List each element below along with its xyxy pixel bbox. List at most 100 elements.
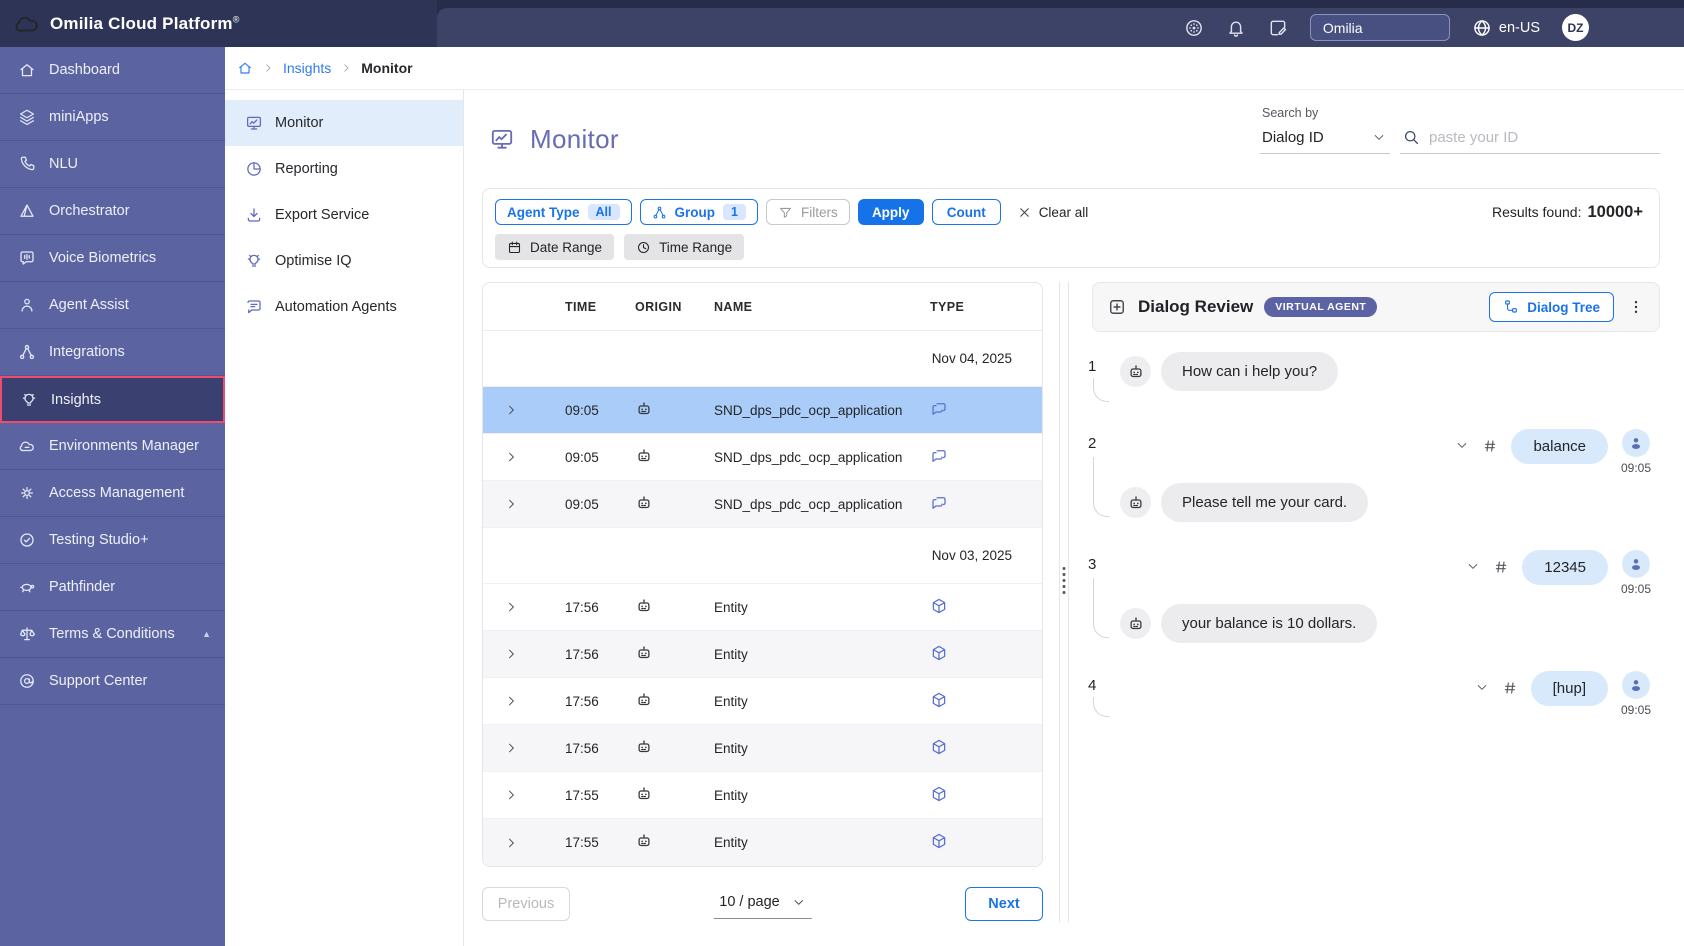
search-input[interactable] xyxy=(1429,128,1658,146)
virtual-agent-badge: VIRTUAL AGENT xyxy=(1264,297,1378,317)
table-row[interactable]: 09:05 SND_dps_pdc_ocp_application xyxy=(483,387,1042,434)
dialog-tree-button[interactable]: Dialog Tree xyxy=(1489,292,1614,322)
table-row[interactable]: 17:55 Entity xyxy=(483,772,1042,819)
expand-chevron-icon[interactable] xyxy=(504,741,518,755)
sidebar-item-pathfinder[interactable]: Pathfinder xyxy=(0,564,225,611)
id-search-field xyxy=(1400,124,1660,154)
expand-chevron-icon[interactable] xyxy=(504,694,518,708)
date-range-button[interactable]: Date Range xyxy=(495,234,615,260)
sidebar-item-environments-manager[interactable]: Environments Manager xyxy=(0,423,225,470)
hash-icon[interactable] xyxy=(1502,680,1518,696)
bot-origin-icon xyxy=(635,644,653,662)
notifications-bell-icon[interactable] xyxy=(1226,18,1246,38)
next-page-button[interactable]: Next xyxy=(965,887,1043,921)
calendar-icon xyxy=(507,240,522,255)
chevron-down-icon[interactable] xyxy=(1475,680,1489,694)
expand-plus-icon[interactable] xyxy=(1107,297,1127,317)
expand-chevron-icon[interactable] xyxy=(504,600,518,614)
more-options-kebab-icon[interactable] xyxy=(1625,296,1647,318)
registered-mark: ® xyxy=(232,13,240,24)
page-size-select[interactable]: 10 / page xyxy=(713,890,812,919)
panel-resize-handle[interactable] xyxy=(1059,282,1069,922)
breadcrumb-home-icon[interactable] xyxy=(237,60,253,76)
voice-bubble-icon xyxy=(18,249,36,267)
sidebar-item-support-center[interactable]: Support Center xyxy=(0,658,225,705)
topbar-actions: Omilia en-US DZ xyxy=(437,8,1684,47)
agent-type-filter[interactable]: Agent Type All xyxy=(495,199,632,225)
sidebar-item-voice-biometrics[interactable]: Voice Biometrics xyxy=(0,235,225,282)
agent-type-value-chip: All xyxy=(587,204,620,220)
table-row[interactable]: 17:56 Entity xyxy=(483,584,1042,631)
app-title: Omilia Cloud Platform® xyxy=(50,13,240,33)
sidebar-item-testing-studio[interactable]: Testing Studio+ xyxy=(0,517,225,564)
clear-all-button[interactable]: Clear all xyxy=(1017,205,1088,220)
bot-message-bubble: Please tell me your card. xyxy=(1161,483,1369,522)
dialog-review-panel: Dialog Review VIRTUAL AGENT Dialog Tree xyxy=(1083,282,1660,922)
sidebar-item-nlu[interactable]: NLU xyxy=(0,141,225,188)
subnav-item-automation-agents[interactable]: Automation Agents xyxy=(225,284,463,330)
user-avatar xyxy=(1622,671,1650,699)
entity-cube-icon xyxy=(930,691,948,709)
turn-number: 3 xyxy=(1088,556,1097,573)
topbar: Omilia Cloud Platform® Omilia en-US DZ xyxy=(0,0,1684,47)
chevron-down-icon[interactable] xyxy=(1466,559,1480,573)
breadcrumb: Insights Monitor xyxy=(225,47,1684,90)
release-notes-icon[interactable] xyxy=(1268,18,1288,38)
collapse-caret-icon: ▲ xyxy=(202,629,211,639)
user-avatar-menu[interactable]: DZ xyxy=(1562,14,1589,41)
table-row[interactable]: 17:56 Entity xyxy=(483,678,1042,725)
language-selector[interactable]: en-US xyxy=(1472,18,1540,38)
layers-icon xyxy=(18,108,36,126)
table-row[interactable]: 09:05 SND_dps_pdc_ocp_application xyxy=(483,481,1042,528)
drag-dots-icon xyxy=(1062,567,1066,594)
entity-cube-icon xyxy=(930,644,948,662)
cloud-logo-icon xyxy=(14,11,40,37)
expand-chevron-icon[interactable] xyxy=(504,497,518,511)
breadcrumb-insights-link[interactable]: Insights xyxy=(283,60,331,76)
sidebar-item-agent-assist[interactable]: Agent Assist xyxy=(0,282,225,329)
expand-chevron-icon[interactable] xyxy=(504,647,518,661)
turn-connector xyxy=(1093,697,1109,717)
tenant-selector[interactable]: Omilia xyxy=(1309,14,1450,41)
apps-settings-icon[interactable] xyxy=(1184,18,1204,38)
brand: Omilia Cloud Platform® xyxy=(0,0,437,47)
previous-page-button[interactable]: Previous xyxy=(482,887,570,921)
hash-icon[interactable] xyxy=(1482,438,1498,454)
funnel-icon xyxy=(778,205,793,220)
sidebar-item-miniapps[interactable]: miniApps xyxy=(0,94,225,141)
search-type-select[interactable]: Dialog ID xyxy=(1260,124,1390,154)
subnav-item-monitor[interactable]: Monitor xyxy=(225,100,463,146)
sidebar-item-terms-conditions[interactable]: Terms & Conditions ▲ xyxy=(0,611,225,658)
table-row[interactable]: 09:05 SND_dps_pdc_ocp_application xyxy=(483,434,1042,481)
filters-button[interactable]: Filters xyxy=(765,199,850,225)
expand-chevron-icon[interactable] xyxy=(504,836,518,850)
sidebar-item-dashboard[interactable]: Dashboard xyxy=(0,47,225,94)
group-filter[interactable]: Group 1 xyxy=(639,199,758,225)
entity-cube-icon xyxy=(930,832,948,850)
expand-chevron-icon[interactable] xyxy=(504,450,518,464)
expand-chevron-icon[interactable] xyxy=(504,403,518,417)
sidebar-item-integrations[interactable]: Integrations xyxy=(0,329,225,376)
subnav-item-optimise-iq[interactable]: Optimise IQ xyxy=(225,238,463,284)
count-button[interactable]: Count xyxy=(931,199,1001,225)
bot-origin-icon xyxy=(635,494,653,512)
hash-icon[interactable] xyxy=(1493,559,1509,575)
bot-message-bubble: your balance is 10 dollars. xyxy=(1161,604,1378,643)
sidebar-item-orchestrator[interactable]: Orchestrator xyxy=(0,188,225,235)
bot-avatar xyxy=(1120,608,1151,639)
subnav-item-reporting[interactable]: Reporting xyxy=(225,146,463,192)
sidebar-item-insights[interactable]: Insights xyxy=(0,376,225,423)
chevron-down-icon[interactable] xyxy=(1455,438,1469,452)
time-range-button[interactable]: Time Range xyxy=(624,234,745,260)
group-value-chip: 1 xyxy=(723,204,746,220)
subnav-item-export-service[interactable]: Export Service xyxy=(225,192,463,238)
table-row[interactable]: 17:56 Entity xyxy=(483,631,1042,678)
sidebar-item-access-management[interactable]: Access Management xyxy=(0,470,225,517)
expand-chevron-icon[interactable] xyxy=(504,788,518,802)
table-row[interactable]: 17:55 Entity xyxy=(483,819,1042,866)
home-icon xyxy=(18,61,36,79)
apply-button[interactable]: Apply xyxy=(857,199,924,225)
table-row[interactable]: 17:56 Entity xyxy=(483,725,1042,772)
entity-cube-icon xyxy=(930,785,948,803)
triangle-icon xyxy=(18,202,36,220)
